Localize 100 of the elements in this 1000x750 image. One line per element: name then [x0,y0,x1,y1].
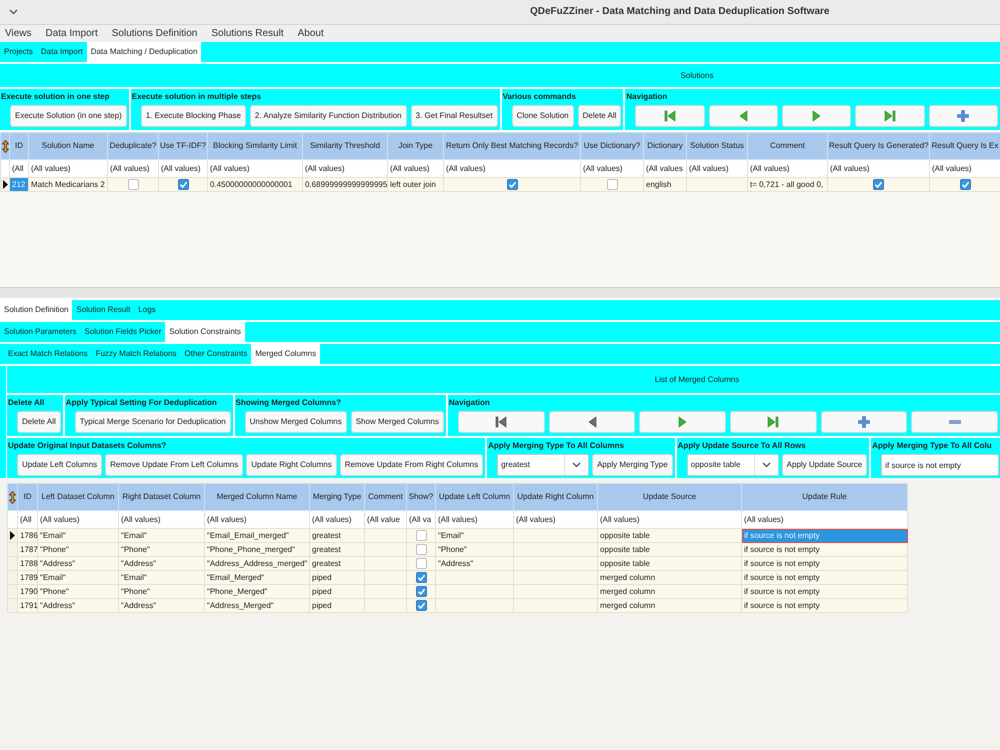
column-header[interactable]: Comment [748,132,828,160]
checkbox[interactable] [416,586,426,597]
tab[interactable]: Solution Parameters [0,322,80,342]
filter-cell[interactable]: (All values) [158,160,208,178]
toolbar-button[interactable]: Remove Update From Right Columns [340,454,484,476]
column-header[interactable]: Dictionary [644,132,686,160]
filter-cell[interactable]: (All values) [108,160,158,178]
column-header[interactable]: Similarity Threshold [302,132,388,160]
last-button[interactable] [855,105,925,127]
filter-cell[interactable]: (All values) [514,510,598,528]
tab[interactable]: Other Constraints [180,344,252,364]
toolbar-button[interactable]: Delete All [578,105,622,127]
tab[interactable]: Projects [0,42,37,62]
column-header[interactable]: Left Dataset Column [38,484,118,510]
checkbox[interactable] [416,544,426,555]
toolbar-button[interactable]: Apply Update Source [782,454,868,476]
column-header[interactable]: Update Rule [742,484,908,510]
toolbar-button[interactable]: Execute Solution (in one step) [10,105,127,127]
tab[interactable]: Solution Fields Picker [80,322,166,342]
row-header[interactable] [8,528,18,542]
column-header[interactable]: Use Dictionary? [580,132,644,160]
checkbox[interactable] [960,179,970,190]
column-header[interactable]: Show? [406,484,436,510]
column-header[interactable]: Result Query Is Ex [930,132,1000,160]
filter-cell[interactable]: (All values) [310,510,364,528]
column-header[interactable]: Solution Name [28,132,108,160]
tab[interactable]: Exact Match Relations [4,344,92,364]
column-header[interactable]: ID [10,132,28,160]
filter-cell[interactable]: (All values) [204,510,310,528]
chevron-down-icon[interactable] [9,9,18,15]
filter-cell[interactable]: (All values) [828,160,930,178]
chevron-down-icon[interactable] [762,462,771,468]
checkbox[interactable] [416,558,426,569]
column-header[interactable]: Solution Status [686,132,748,160]
menu-item[interactable]: Solutions Definition [104,28,204,40]
column-header[interactable]: Join Type [388,132,444,160]
filter-cell[interactable]: (All values) [118,510,204,528]
dropdown[interactable]: greatest [497,454,590,476]
menu-item[interactable]: Data Import [38,28,105,40]
checkbox[interactable] [873,179,884,190]
filter-cell[interactable]: (All values) [598,510,742,528]
toolbar-button[interactable]: Remove Update From Left Columns [105,454,244,476]
filter-cell[interactable]: (All values) [388,160,444,178]
checkbox[interactable] [506,179,518,190]
double-arrow-icon[interactable] [9,490,16,504]
toolbar-button[interactable]: Update Right Columns [246,454,337,476]
toolbar-button[interactable]: Unshow Merged Columns [244,411,347,433]
tab[interactable]: Solution Definition [0,300,72,320]
previous-button[interactable] [708,105,778,127]
menu-item[interactable]: Solutions Result [204,28,291,40]
tab[interactable]: Solution Constraints [165,322,245,342]
toolbar-button[interactable]: Typical Merge Scenario for Deduplication [74,411,231,433]
column-header[interactable]: Merged Column Name [204,484,310,510]
last-button[interactable] [730,411,817,433]
filter-cell[interactable]: (All values [644,160,686,178]
toolbar-button[interactable]: Clone Solution [512,105,574,127]
input-field[interactable]: if source is not empty [881,454,1000,476]
filter-cell[interactable]: (All values) [580,160,644,178]
menu-item[interactable]: Views [0,28,38,40]
toolbar-button[interactable]: 3. Get Final Resultset [410,105,498,127]
tab[interactable]: Solution Result [72,300,134,320]
column-header[interactable]: Comment [364,484,406,510]
filter-cell[interactable]: (All values) [742,510,908,528]
filter-cell[interactable]: (All values) [38,510,118,528]
filter-cell[interactable]: (All values) [686,160,748,178]
toolbar-button[interactable]: 1. Execute Blocking Phase [140,105,246,127]
column-header[interactable]: Update Right Column [514,484,598,510]
column-header[interactable]: Deduplicate? [108,132,158,160]
filter-cell[interactable]: (All values) [28,160,108,178]
filter-cell[interactable]: (All va [406,510,436,528]
filter-cell[interactable]: (All values) [208,160,302,178]
toolbar-button[interactable]: Update Left Columns [17,454,102,476]
column-header[interactable]: Result Query Is Generated? [828,132,930,160]
toolbar-button[interactable]: Apply Merging Type [592,454,673,476]
tab[interactable]: Logs [134,300,160,320]
filter-cell[interactable]: (All values) [436,510,514,528]
column-header[interactable]: Update Left Column [436,484,514,510]
toolbar-button[interactable]: Show Merged Columns [350,411,444,433]
checkbox[interactable] [178,179,188,190]
checkbox[interactable] [416,600,426,611]
column-header[interactable]: Merging Type [310,484,364,510]
tab[interactable]: Merged Columns [251,344,320,364]
menu-item[interactable]: About [290,28,331,40]
next-button[interactable] [639,411,726,433]
row-header[interactable] [0,178,10,192]
checkbox[interactable] [416,572,426,583]
double-arrow-icon[interactable] [2,140,9,152]
toolbar-button[interactable]: 2. Analyze Similarity Function Distribution [250,105,407,127]
column-header[interactable]: Blocking Similarity Limit [208,132,302,160]
column-header[interactable]: Use TF-IDF? [158,132,208,160]
column-header[interactable]: Right Dataset Column [118,484,204,510]
column-header[interactable]: Return Only Best Matching Records? [444,132,580,160]
first-button[interactable] [635,105,705,127]
dropdown[interactable]: opposite table [686,454,779,476]
toolbar-button[interactable]: Delete All [17,411,61,433]
filter-cell[interactable]: (All values) [930,160,1000,178]
column-header[interactable]: Update Source [598,484,742,510]
filter-cell[interactable]: (All value [364,510,406,528]
tab[interactable]: Data Matching / Deduplication [86,42,202,62]
add-button[interactable] [928,105,998,127]
